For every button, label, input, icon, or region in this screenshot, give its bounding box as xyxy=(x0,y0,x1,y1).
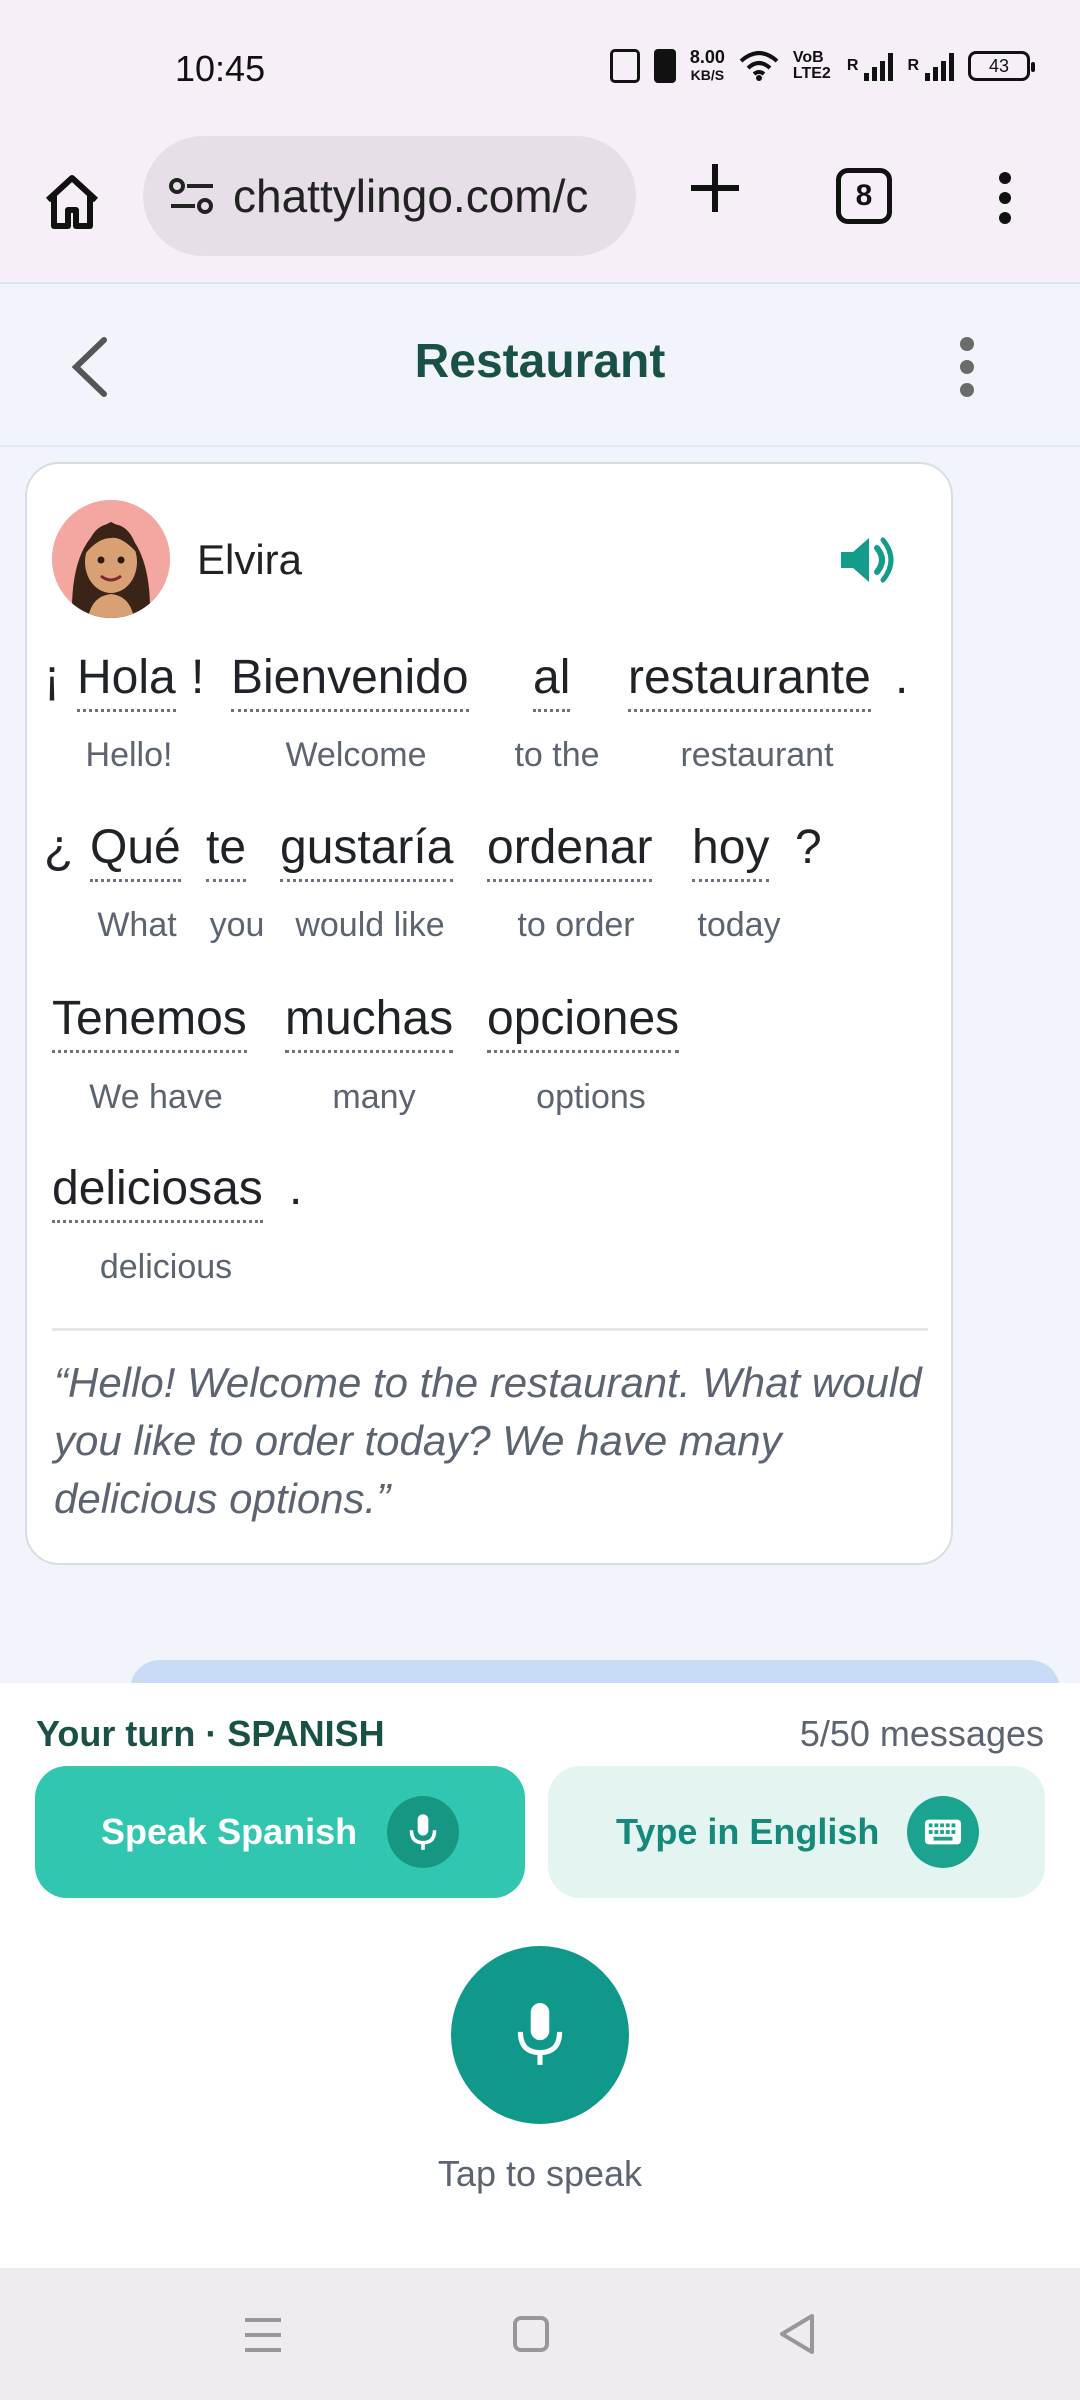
new-tab-icon[interactable] xyxy=(685,158,745,218)
nfc-icon xyxy=(609,49,640,83)
word-token[interactable]: opciones xyxy=(487,991,680,1053)
word-punct: ¡ xyxy=(44,651,60,704)
word-token[interactable]: muchas xyxy=(285,991,454,1053)
roaming-icon: R xyxy=(846,57,859,74)
word-token[interactable]: ordenar xyxy=(487,820,653,882)
record-button[interactable] xyxy=(451,1946,629,2124)
status-icons: 8.00 KB/S VoB LTE2 R R 43 xyxy=(609,47,1035,84)
url-bar[interactable]: chattylingo.com/c xyxy=(143,136,636,256)
status-bar: 10:45 8.00 KB/S VoB LTE2 R R 43 xyxy=(0,0,1080,130)
word-token[interactable]: hoy xyxy=(692,820,770,882)
word-gloss: many xyxy=(332,1078,416,1116)
composer-panel: Your turn · SPANISH 5/50 messages Speak … xyxy=(0,1683,1080,2268)
overflow-menu-icon[interactable] xyxy=(990,168,1020,228)
url-text[interactable]: chattylingo.com/c xyxy=(233,169,588,223)
tab-switcher-button[interactable]: 8 xyxy=(836,168,892,224)
word-token[interactable]: Hola xyxy=(77,650,176,712)
signal-icon xyxy=(864,51,894,81)
word-gloss: What xyxy=(97,906,177,944)
mic-icon xyxy=(387,1796,459,1868)
word-token[interactable]: Qué xyxy=(90,820,181,882)
type-english-button[interactable]: Type in English xyxy=(548,1766,1045,1898)
word-punct: ¿ xyxy=(44,821,74,874)
volte-indicator: VoB LTE2 xyxy=(792,49,831,82)
word-token[interactable]: al xyxy=(533,650,571,712)
network-speed: 8.00 KB/S xyxy=(689,47,725,83)
type-english-label: Type in English xyxy=(616,1811,880,1852)
recents-icon[interactable] xyxy=(243,2316,283,2354)
system-nav-bar xyxy=(0,2268,1080,2400)
vibrate-icon xyxy=(653,49,676,83)
word-punct: . xyxy=(289,1162,303,1215)
more-vert-icon[interactable] xyxy=(950,334,984,400)
word-gloss: options xyxy=(536,1078,646,1116)
mic-icon xyxy=(517,2003,563,2065)
word-gloss: you xyxy=(209,906,265,944)
message-card: Elvira ¡ Hola Hello! ! Bienvenido Welcom… xyxy=(25,462,953,1565)
tap-to-speak-label: Tap to speak xyxy=(437,2153,643,2194)
word-token[interactable]: gustaría xyxy=(280,820,454,882)
word-punct: ! xyxy=(191,651,205,704)
wifi-icon xyxy=(739,51,779,81)
speak-spanish-button[interactable]: Speak Spanish xyxy=(35,1766,525,1898)
word-token[interactable]: Tenemos xyxy=(52,991,247,1053)
page-title: Restaurant xyxy=(414,335,666,388)
turn-label: Your turn · SPANISH xyxy=(36,1713,385,1754)
back-nav-icon[interactable] xyxy=(776,2312,816,2356)
speaker-name: Elvira xyxy=(197,536,303,583)
word-gloss: We have xyxy=(89,1078,223,1116)
home-nav-icon[interactable] xyxy=(513,2316,549,2352)
speaker-icon[interactable] xyxy=(837,532,897,588)
site-settings-icon[interactable] xyxy=(167,176,217,216)
signal-icon-2 xyxy=(925,51,954,81)
card-divider xyxy=(52,1328,928,1331)
home-icon[interactable] xyxy=(40,170,104,234)
word-gloss: to order xyxy=(517,906,635,944)
word-gloss: Hello! xyxy=(85,736,173,774)
word-token[interactable]: deliciosas xyxy=(52,1161,263,1223)
battery-icon: 43 xyxy=(968,51,1035,81)
word-gloss: today xyxy=(697,906,781,944)
word-gloss: restaurant xyxy=(680,736,834,774)
word-token[interactable]: restaurante xyxy=(628,650,871,712)
browser-toolbar: chattylingo.com/c 8 xyxy=(0,130,1080,280)
roaming-icon-2: R xyxy=(907,57,919,74)
message-count: 5/50 messages xyxy=(799,1713,1044,1754)
word-punct: . xyxy=(895,651,909,704)
word-gloss: delicious xyxy=(99,1248,233,1286)
translation-text: “Hello! Welcome to the restaurant. What … xyxy=(54,1359,922,1522)
word-gloss: to the xyxy=(514,736,600,774)
speak-spanish-label: Speak Spanish xyxy=(101,1811,358,1852)
word-token[interactable]: te xyxy=(206,820,247,882)
avatar xyxy=(52,500,170,618)
word-punct: ? xyxy=(795,821,822,874)
word-gloss: would like xyxy=(295,906,445,944)
status-time: 10:45 xyxy=(175,48,266,89)
word-gloss: Welcome xyxy=(285,736,427,774)
word-token[interactable]: Bienvenido xyxy=(231,650,469,712)
app-header: Restaurant xyxy=(0,282,1080,447)
keyboard-icon xyxy=(907,1796,979,1868)
